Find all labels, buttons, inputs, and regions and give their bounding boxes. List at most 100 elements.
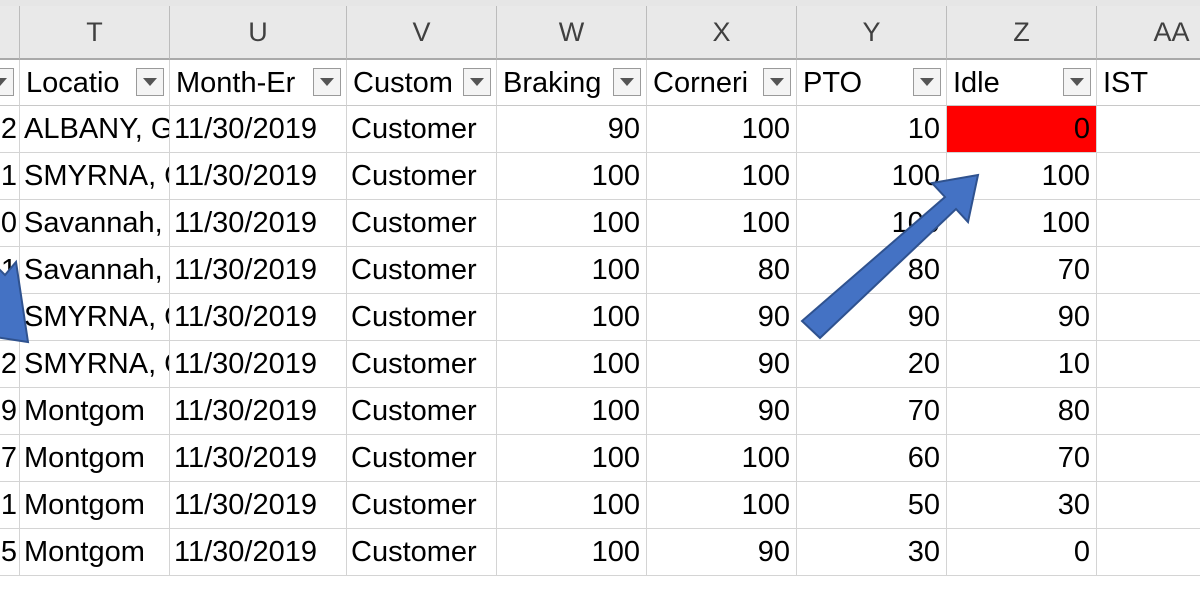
cell-cornering[interactable]: 100 (647, 435, 797, 482)
cell-ist[interactable] (1097, 153, 1200, 200)
filter-dropdown-icon[interactable] (313, 68, 341, 96)
cell-pto[interactable]: 50 (797, 482, 947, 529)
cell-pto[interactable]: 20 (797, 341, 947, 388)
header-cell-pto[interactable]: PTO (797, 60, 947, 106)
cell-idle[interactable]: 10 (947, 341, 1097, 388)
cell-cornering[interactable]: 100 (647, 106, 797, 153)
cell-cornering[interactable]: 80 (647, 247, 797, 294)
cell-cornering[interactable]: 90 (647, 294, 797, 341)
cell-customer[interactable]: Customer (347, 294, 497, 341)
cell-braking[interactable]: 100 (497, 388, 647, 435)
cell-month-end[interactable]: 11/30/2019 (170, 529, 347, 576)
cell-customer[interactable]: Customer (347, 529, 497, 576)
header-cell-ist[interactable]: IST (1097, 60, 1200, 106)
cell-pto[interactable]: 70 (797, 388, 947, 435)
row-id-partial[interactable]: 2 (0, 106, 20, 153)
filter-dropdown-icon[interactable] (463, 68, 491, 96)
row-id-partial[interactable]: 7 (0, 435, 20, 482)
cell-idle[interactable]: 70 (947, 435, 1097, 482)
column-header-z[interactable]: Z (947, 6, 1097, 60)
cell-idle[interactable]: 80 (947, 388, 1097, 435)
cell-pto[interactable]: 60 (797, 435, 947, 482)
cell-location[interactable]: Savannah, (20, 200, 170, 247)
cell-idle[interactable]: 70 (947, 247, 1097, 294)
row-id-partial[interactable]: 2 (0, 341, 20, 388)
cell-ist[interactable] (1097, 482, 1200, 529)
header-cell-cornering[interactable]: Corneri (647, 60, 797, 106)
cell-cornering[interactable]: 90 (647, 388, 797, 435)
cell-braking[interactable]: 100 (497, 153, 647, 200)
column-header-y[interactable]: Y (797, 6, 947, 60)
cell-cornering[interactable]: 100 (647, 482, 797, 529)
cell-idle[interactable]: 0 (947, 529, 1097, 576)
header-cell-customer[interactable]: Custom (347, 60, 497, 106)
cell-cornering[interactable]: 90 (647, 341, 797, 388)
cell-month-end[interactable]: 11/30/2019 (170, 482, 347, 529)
filter-dropdown-icon[interactable] (0, 68, 14, 96)
cell-pto[interactable]: 90 (797, 294, 947, 341)
cell-ist[interactable] (1097, 294, 1200, 341)
header-cell-month-end[interactable]: Month-Er (170, 60, 347, 106)
cell-customer[interactable]: Customer (347, 106, 497, 153)
cell-idle[interactable]: 90 (947, 294, 1097, 341)
cell-customer[interactable]: Customer (347, 247, 497, 294)
cell-location[interactable]: Montgom (20, 388, 170, 435)
row-id-partial[interactable]: 1 (0, 247, 20, 294)
cell-customer[interactable]: Customer (347, 388, 497, 435)
row-id-partial[interactable]: 9 (0, 388, 20, 435)
row-id-partial[interactable]: 2 (0, 294, 20, 341)
cell-pto[interactable]: 10 (797, 106, 947, 153)
cell-ist[interactable] (1097, 247, 1200, 294)
cell-customer[interactable]: Customer (347, 153, 497, 200)
cell-month-end[interactable]: 11/30/2019 (170, 294, 347, 341)
cell-month-end[interactable]: 11/30/2019 (170, 106, 347, 153)
column-header-v[interactable]: V (347, 6, 497, 60)
filter-dropdown-icon[interactable] (913, 68, 941, 96)
column-header-t[interactable]: T (20, 6, 170, 60)
cell-pto[interactable]: 30 (797, 529, 947, 576)
cell-customer[interactable]: Customer (347, 200, 497, 247)
cell-month-end[interactable]: 11/30/2019 (170, 200, 347, 247)
cell-braking[interactable]: 100 (497, 247, 647, 294)
cell-month-end[interactable]: 11/30/2019 (170, 247, 347, 294)
cell-braking[interactable]: 100 (497, 529, 647, 576)
cell-customer[interactable]: Customer (347, 482, 497, 529)
cell-location[interactable]: SMYRNA, G (20, 341, 170, 388)
cell-location[interactable]: SMYRNA, G (20, 153, 170, 200)
cell-cornering[interactable]: 100 (647, 200, 797, 247)
filter-dropdown-icon[interactable] (763, 68, 791, 96)
cell-idle-highlighted[interactable]: 0 (947, 106, 1097, 153)
cell-braking[interactable]: 100 (497, 200, 647, 247)
cell-pto[interactable]: 100 (797, 153, 947, 200)
filter-dropdown-icon[interactable] (613, 68, 641, 96)
cell-braking[interactable]: 100 (497, 294, 647, 341)
cell-pto[interactable]: 80 (797, 247, 947, 294)
cell-ist[interactable] (1097, 106, 1200, 153)
header-cell-partial[interactable] (0, 60, 20, 106)
header-cell-location[interactable]: Locatio (20, 60, 170, 106)
cell-month-end[interactable]: 11/30/2019 (170, 341, 347, 388)
header-cell-braking[interactable]: Braking (497, 60, 647, 106)
cell-idle[interactable]: 100 (947, 153, 1097, 200)
cell-ist[interactable] (1097, 435, 1200, 482)
header-cell-idle[interactable]: Idle (947, 60, 1097, 106)
row-id-partial[interactable]: 1 (0, 153, 20, 200)
cell-ist[interactable] (1097, 388, 1200, 435)
column-header-u[interactable]: U (170, 6, 347, 60)
cell-month-end[interactable]: 11/30/2019 (170, 435, 347, 482)
column-header-x[interactable]: X (647, 6, 797, 60)
filter-dropdown-icon[interactable] (136, 68, 164, 96)
cell-braking[interactable]: 100 (497, 482, 647, 529)
cell-cornering[interactable]: 100 (647, 153, 797, 200)
cell-location[interactable]: ALBANY, G (20, 106, 170, 153)
cell-braking[interactable]: 100 (497, 435, 647, 482)
cell-location[interactable]: Savannah, (20, 247, 170, 294)
cell-pto[interactable]: 100 (797, 200, 947, 247)
cell-ist[interactable] (1097, 529, 1200, 576)
row-id-partial[interactable]: 0 (0, 200, 20, 247)
cell-location[interactable]: SMYRNA, G (20, 294, 170, 341)
cell-location[interactable]: Montgom (20, 529, 170, 576)
cell-cornering[interactable]: 90 (647, 529, 797, 576)
cell-braking[interactable]: 100 (497, 341, 647, 388)
cell-braking[interactable]: 90 (497, 106, 647, 153)
